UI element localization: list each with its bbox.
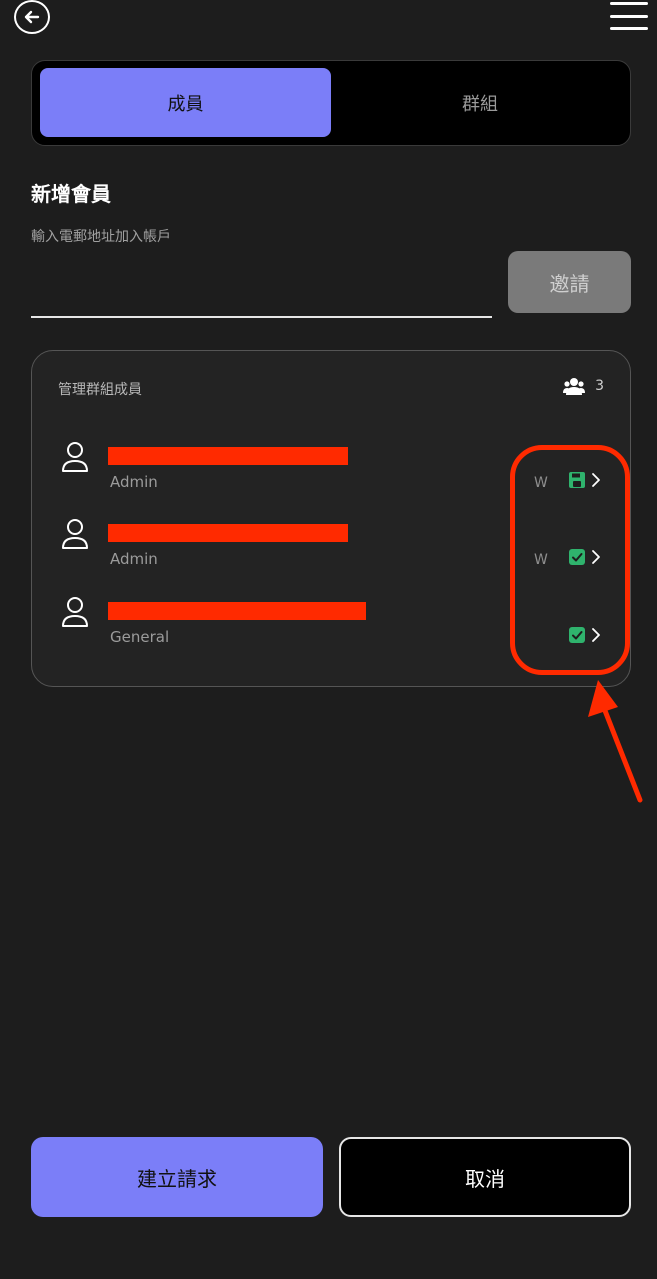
highlight-annotation xyxy=(510,445,630,675)
redaction-bar xyxy=(108,602,366,620)
annotation-arrow-icon xyxy=(588,680,643,803)
card-title: 管理群組成員 xyxy=(58,382,142,398)
cancel-button[interactable]: 取消 xyxy=(339,1137,631,1217)
invite-button[interactable]: 邀請 xyxy=(508,251,631,313)
email-hint-label: 輸入電郵地址加入帳戶 xyxy=(31,229,171,245)
users-icon xyxy=(563,378,586,395)
redaction-bar xyxy=(108,447,348,465)
member-role: Admin xyxy=(110,550,158,568)
user-icon xyxy=(62,519,88,549)
create-request-button[interactable]: 建立請求 xyxy=(31,1137,323,1217)
tab-members[interactable]: 成員 xyxy=(40,68,331,137)
member-count: 3 xyxy=(563,377,604,395)
email-field[interactable] xyxy=(31,270,492,318)
redaction-bar xyxy=(108,524,348,542)
back-button[interactable] xyxy=(14,0,50,34)
arrow-left-icon xyxy=(24,10,40,24)
member-role: Admin xyxy=(110,473,158,491)
user-icon xyxy=(62,442,88,472)
member-role: General xyxy=(110,628,170,646)
user-icon xyxy=(62,597,88,627)
member-count-value: 3 xyxy=(595,378,604,394)
hamburger-menu-icon[interactable] xyxy=(610,0,648,32)
segmented-tabs: 成員 群組 xyxy=(31,60,631,146)
add-member-title: 新增會員 xyxy=(31,182,111,206)
tab-groups[interactable]: 群組 xyxy=(332,68,628,137)
